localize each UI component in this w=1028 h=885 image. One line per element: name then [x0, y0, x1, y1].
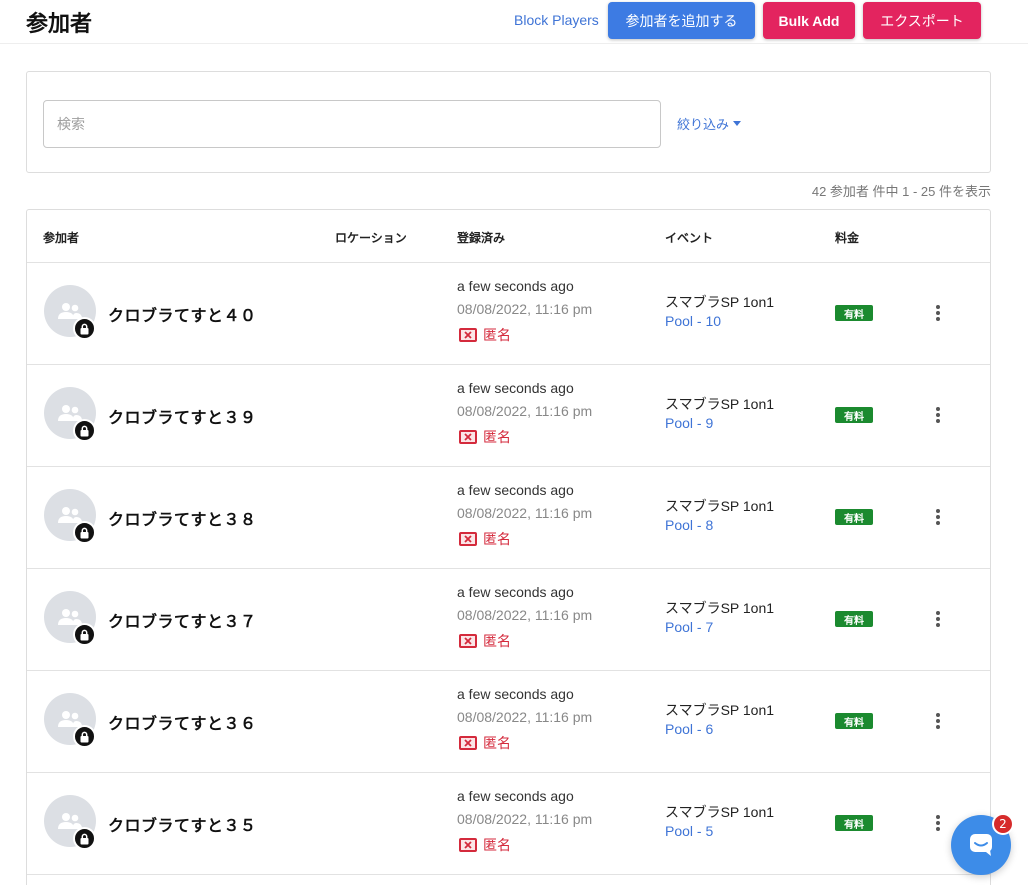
table-row[interactable]: クロブラてすと３７ a few seconds ago 08/08/2022, 11…: [27, 569, 990, 671]
registered-relative: a few seconds ago: [457, 584, 574, 600]
pool-link[interactable]: Pool - 6: [665, 721, 713, 737]
anonymous-label: 匿名: [483, 736, 511, 752]
block-players-link[interactable]: Block Players: [514, 12, 599, 28]
participant-name[interactable]: クロブラてすと３７: [108, 608, 257, 632]
table-row[interactable]: クロブラてすと３９ a few seconds ago 08/08/2022, 11…: [27, 365, 990, 467]
unread-count-badge: 2: [992, 813, 1014, 835]
column-header-event[interactable]: イベント: [665, 229, 713, 246]
event-name: スマブラSP 1on1: [665, 600, 775, 616]
export-button[interactable]: エクスポート: [863, 2, 981, 39]
participant-name[interactable]: クロブラてすと３６: [108, 710, 257, 734]
registered-date: 08/08/2022, 11:16 pm: [457, 607, 593, 623]
caret-down-icon: [733, 121, 742, 126]
pool-link[interactable]: Pool - 8: [665, 517, 713, 533]
paid-badge: 有料: [835, 407, 873, 423]
paid-badge: 有料: [835, 815, 873, 831]
paid-badge: 有料: [835, 305, 873, 321]
anonymous-status: 匿名: [459, 529, 511, 549]
participant-name[interactable]: クロブラてすと３５: [108, 812, 257, 836]
more-options-icon[interactable]: [931, 303, 945, 323]
participants-table: 参加者 ロケーション 登録済み イベント 料金 クロブラてすと４０ a few s…: [26, 209, 991, 885]
id-card-x-icon: [459, 634, 477, 648]
lock-icon: [73, 725, 96, 748]
event-name: スマブラSP 1on1: [665, 498, 775, 514]
id-card-x-icon: [459, 328, 477, 342]
id-card-x-icon: [459, 430, 477, 444]
more-options-icon[interactable]: [931, 405, 945, 425]
pool-link[interactable]: Pool - 10: [665, 313, 721, 329]
registered-date: 08/08/2022, 11:16 pm: [457, 709, 593, 725]
registered-date: 08/08/2022, 11:16 pm: [457, 403, 593, 419]
filter-label: 絞り込み: [677, 118, 730, 133]
anonymous-label: 匿名: [483, 838, 511, 854]
id-card-x-icon: [459, 736, 477, 750]
more-options-icon[interactable]: [931, 609, 945, 629]
table-row[interactable]: クロブラてすと３５ a few seconds ago 08/08/2022, 11…: [27, 773, 990, 875]
registered-relative: a few seconds ago: [457, 482, 574, 498]
more-options-icon[interactable]: [931, 813, 945, 833]
lock-icon: [73, 317, 96, 340]
column-header-fee[interactable]: 料金: [835, 229, 859, 246]
id-card-x-icon: [459, 838, 477, 852]
anonymous-status: 匿名: [459, 835, 511, 855]
anonymous-label: 匿名: [483, 634, 511, 650]
result-count: 42 参加者 件中 1 - 25 件を表示: [811, 184, 991, 199]
more-options-icon[interactable]: [931, 711, 945, 731]
paid-badge: 有料: [835, 611, 873, 627]
column-header-registered[interactable]: 登録済み: [457, 229, 505, 246]
table-row[interactable]: クロブラてすと３６ a few seconds ago 08/08/2022, 11…: [27, 671, 990, 773]
registered-relative: a few seconds ago: [457, 380, 574, 396]
registered-date: 08/08/2022, 11:16 pm: [457, 301, 593, 317]
registered-date: 08/08/2022, 11:16 pm: [457, 505, 593, 521]
pool-link[interactable]: Pool - 5: [665, 823, 713, 839]
participant-name[interactable]: クロブラてすと４０: [108, 302, 257, 326]
table-row[interactable]: クロブラてすと３８ a few seconds ago 08/08/2022, 11…: [27, 467, 990, 569]
anonymous-status: 匿名: [459, 733, 511, 753]
page-title: 参加者: [26, 12, 93, 37]
search-card: 絞り込み: [26, 71, 991, 173]
table-header: 参加者 ロケーション 登録済み イベント 料金: [27, 210, 990, 263]
registered-relative: a few seconds ago: [457, 788, 574, 804]
table-row[interactable]: クロブラてすと４０ a few seconds ago 08/08/2022, 11…: [27, 263, 990, 365]
more-options-icon[interactable]: [931, 507, 945, 527]
chat-bubble-icon: [970, 834, 992, 856]
registered-relative: a few seconds ago: [457, 278, 574, 294]
column-header-participant[interactable]: 参加者: [43, 229, 79, 246]
anonymous-status: 匿名: [459, 427, 511, 447]
anonymous-status: 匿名: [459, 631, 511, 651]
lock-icon: [73, 419, 96, 442]
event-name: スマブラSP 1on1: [665, 702, 775, 718]
bulk-add-button[interactable]: Bulk Add: [763, 2, 855, 39]
event-name: スマブラSP 1on1: [665, 804, 775, 820]
lock-icon: [73, 623, 96, 646]
registered-relative: a few seconds ago: [457, 686, 574, 702]
pool-link[interactable]: Pool - 9: [665, 415, 713, 431]
paid-badge: 有料: [835, 509, 873, 525]
id-card-x-icon: [459, 532, 477, 546]
column-header-location[interactable]: ロケーション: [335, 229, 407, 246]
anonymous-status: 匿名: [459, 325, 511, 345]
participant-name[interactable]: クロブラてすと３８: [108, 506, 257, 530]
anonymous-label: 匿名: [483, 430, 511, 446]
participant-name[interactable]: クロブラてすと３９: [108, 404, 257, 428]
search-input[interactable]: [43, 100, 661, 148]
anonymous-label: 匿名: [483, 328, 511, 344]
lock-icon: [73, 827, 96, 850]
event-name: スマブラSP 1on1: [665, 294, 775, 310]
filter-dropdown[interactable]: 絞り込み: [677, 114, 742, 133]
top-bar: 参加者 Block Players 参加者を追加する Bulk Add エクスポ…: [0, 0, 1028, 44]
paid-badge: 有料: [835, 713, 873, 729]
lock-icon: [73, 521, 96, 544]
registered-date: 08/08/2022, 11:16 pm: [457, 811, 593, 827]
anonymous-label: 匿名: [483, 532, 511, 548]
add-participant-button[interactable]: 参加者を追加する: [608, 2, 755, 39]
pool-link[interactable]: Pool - 7: [665, 619, 713, 635]
event-name: スマブラSP 1on1: [665, 396, 775, 412]
